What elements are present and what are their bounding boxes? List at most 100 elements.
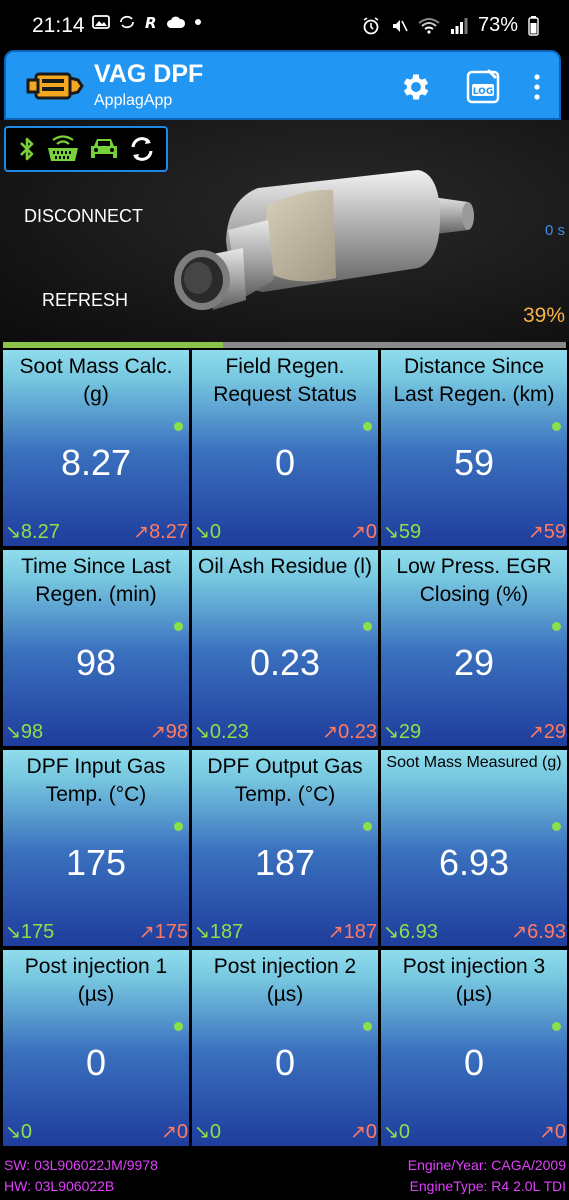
parameter-title: Post injection 3 (µs) (402, 955, 546, 1006)
progress-bar (3, 342, 566, 348)
arrow-down-right-icon: ↘ (5, 1122, 21, 1143)
status-dot-icon (174, 822, 183, 831)
parameter-tile[interactable]: Distance Since Last Regen. (km) 59 ↘59 ↗59 (381, 350, 567, 546)
parameter-title: Time Since Last Regen. (min) (21, 555, 171, 606)
arrow-up-right-icon: ↗ (138, 922, 155, 943)
parameter-max-value: 59 (543, 521, 566, 543)
arrow-down-right-icon: ↘ (194, 722, 210, 743)
arrow-up-right-icon: ↗ (349, 522, 366, 543)
parameter-title: DPF Output Gas Temp. (°C) (207, 755, 363, 806)
parameter-value: 0 (463, 1042, 485, 1083)
log-button[interactable]: LOG (464, 66, 502, 106)
parameter-min-value: 187 (209, 921, 244, 943)
parameter-min-value: 98 (20, 721, 44, 743)
parameter-max: ↗59 (528, 521, 566, 544)
battery-percent: 73% (477, 14, 518, 36)
parameter-max: ↗0.23 (322, 721, 377, 744)
status-dot-icon (552, 422, 561, 431)
gear-icon (403, 74, 429, 100)
parameter-value: 8.27 (60, 442, 132, 483)
status-bar: 21:14 R 73% (0, 0, 569, 52)
parameter-min: ↘0 (194, 521, 221, 544)
arrow-down-right-icon: ↘ (194, 1122, 210, 1143)
parameter-tile[interactable]: DPF Input Gas Temp. (°C) 175 ↘175 ↗175 (3, 750, 189, 946)
log-icon: LOG (466, 68, 500, 104)
wifi-icon (418, 17, 440, 34)
app-subtitle: ApplagApp (94, 92, 173, 109)
parameter-min-value: 0.23 (209, 721, 249, 743)
refresh-button[interactable]: REFRESH (42, 290, 128, 311)
parameter-title: Soot Mass Measured (g) (386, 754, 562, 771)
parameter-max: ↗98 (150, 721, 188, 744)
more-vert-icon (534, 74, 540, 100)
parameter-title: Distance Since Last Regen. (km) (393, 355, 555, 406)
parameter-tile[interactable]: Low Press. EGR Closing (%) 29 ↘29 ↗29 (381, 550, 567, 746)
arrow-down-right-icon: ↘ (383, 722, 399, 743)
more-options-button[interactable] (530, 72, 544, 102)
status-dot-icon (174, 422, 183, 431)
parameter-min: ↘59 (383, 521, 421, 544)
arrow-up-right-icon: ↗ (527, 522, 544, 543)
parameter-tile[interactable]: Post injection 2 (µs) 0 ↘0 ↗0 (192, 950, 378, 1146)
parameter-tile[interactable]: DPF Output Gas Temp. (°C) 187 ↘187 ↗187 (192, 750, 378, 946)
parameter-min-value: 0 (20, 1121, 33, 1143)
r-icon: R (145, 14, 157, 30)
parameter-tile[interactable]: Post injection 1 (µs) 0 ↘0 ↗0 (3, 950, 189, 1146)
arrow-down-right-icon: ↘ (383, 522, 399, 543)
parameter-min-value: 0 (398, 1121, 411, 1143)
parameter-value: 0.23 (249, 642, 321, 683)
cloud-icon (167, 16, 186, 28)
arrow-up-right-icon: ↗ (322, 722, 339, 743)
parameter-value: 0 (85, 1042, 107, 1083)
image-icon (92, 15, 110, 29)
parameter-tile[interactable]: Time Since Last Regen. (min) 98 ↘98 ↗98 (3, 550, 189, 746)
parameter-title: Soot Mass Calc. (g) (19, 355, 173, 406)
parameter-max-value: 29 (543, 721, 566, 743)
settings-button[interactable] (399, 70, 433, 104)
parameter-min: ↘29 (383, 721, 421, 744)
status-dot-icon (363, 622, 372, 631)
obd-adapter-icon (47, 135, 78, 161)
parameter-max: ↗0 (161, 1121, 188, 1144)
parameter-tile[interactable]: Field Regen. Request Status 0 ↘0 ↗0 (192, 350, 378, 546)
parameter-value: 175 (65, 842, 127, 883)
parameter-max-value: 0 (365, 521, 377, 543)
signal-icon (450, 17, 468, 34)
parameter-tile[interactable]: Soot Mass Calc. (g) 8.27 ↘8.27 ↗8.27 (3, 350, 189, 546)
parameter-value: 0 (274, 1042, 296, 1083)
arrow-up-right-icon: ↗ (160, 1122, 177, 1143)
connection-status-icons (4, 126, 168, 172)
parameter-max: ↗0 (539, 1121, 566, 1144)
parameter-tile[interactable]: Post injection 3 (µs) 0 ↘0 ↗0 (381, 950, 567, 1146)
arrow-down-right-icon: ↘ (5, 922, 21, 943)
sync-icon (131, 137, 152, 161)
mute-icon (392, 19, 408, 32)
parameter-title: Post injection 2 (µs) (213, 955, 357, 1006)
bluetooth-icon (19, 137, 33, 161)
elapsed-timer: 0 s (544, 222, 565, 239)
parameter-max-value: 0 (365, 1121, 377, 1143)
disconnect-button[interactable]: DISCONNECT (24, 206, 143, 227)
status-dot-icon (363, 822, 372, 831)
parameter-tile[interactable]: Oil Ash Residue (l) 0.23 ↘0.23 ↗0.23 (192, 550, 378, 746)
parameter-min: ↘98 (5, 721, 43, 744)
status-dot-icon (363, 1022, 372, 1031)
parameter-max-value: 8.27 (149, 521, 188, 543)
parameter-max: ↗8.27 (133, 521, 188, 544)
parameter-tile[interactable]: Soot Mass Measured (g) 6.93 ↘6.93 ↗6.93 (381, 750, 567, 946)
engine-year: Engine/Year: CAGA/2009 (407, 1157, 566, 1173)
parameter-grid: Soot Mass Calc. (g) 8.27 ↘8.27 ↗8.27 Field R… (0, 350, 569, 1150)
parameter-max-value: 187 (343, 921, 377, 943)
parameter-max-value: 0.23 (338, 721, 377, 743)
parameter-max-value: 0 (176, 1121, 188, 1143)
progress-bar-fill (3, 342, 223, 348)
status-dot-icon (363, 422, 372, 431)
parameter-title: DPF Input Gas Temp. (°C) (26, 755, 166, 806)
sync-icon (120, 15, 134, 29)
dpf-logo-icon (26, 72, 84, 100)
status-icons-right: 73% (362, 14, 539, 37)
parameter-max-value: 175 (154, 921, 188, 943)
arrow-up-right-icon: ↗ (327, 922, 344, 943)
arrow-down-right-icon: ↘ (5, 722, 21, 743)
parameter-max: ↗6.93 (511, 921, 566, 944)
